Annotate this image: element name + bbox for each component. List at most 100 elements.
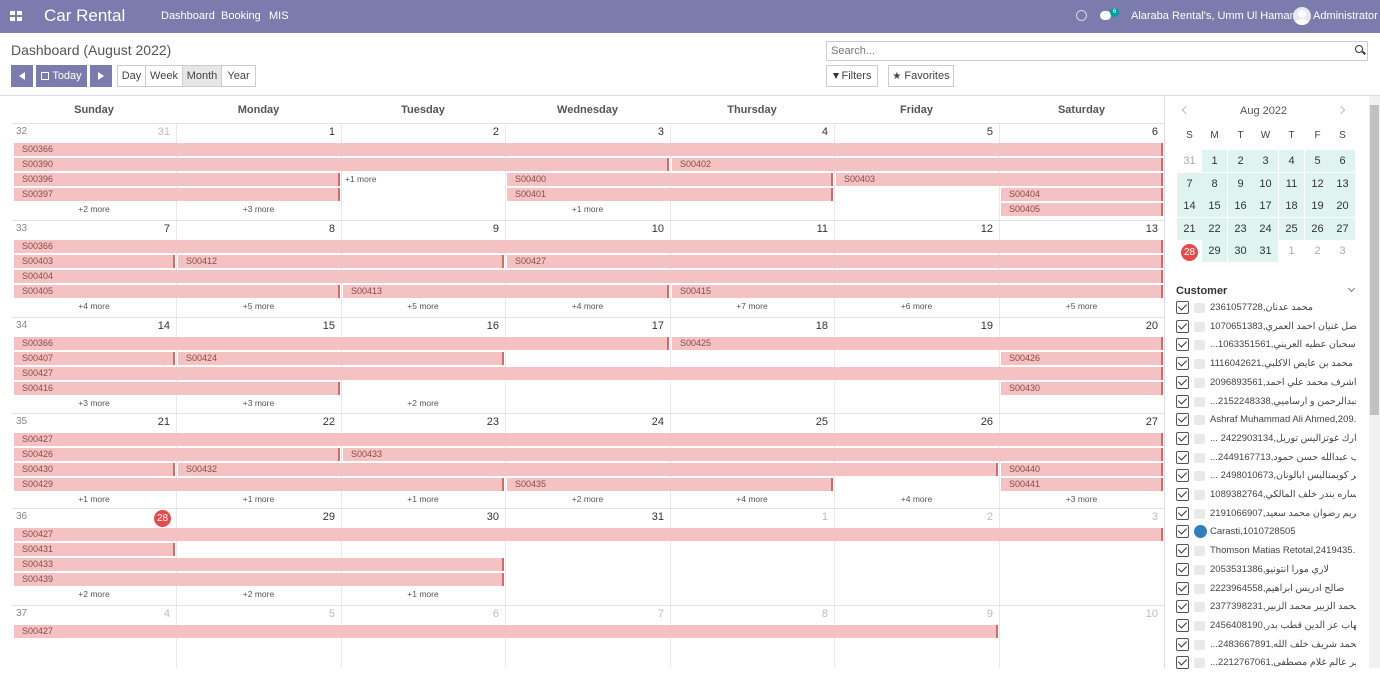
mini-day[interactable]: 1 [1279,240,1304,262]
booking-event[interactable]: S00401 [507,188,833,201]
more-link[interactable]: +1 more [176,494,341,504]
booking-event[interactable]: S00433 [14,558,504,571]
mini-today-marker[interactable]: 28 [1181,244,1198,261]
mini-day[interactable]: 24 [1253,217,1278,240]
booking-event[interactable]: S00407 [14,352,175,365]
day-number[interactable]: 7 [140,223,170,235]
booking-event[interactable]: S00366 [14,337,669,350]
more-link[interactable]: +4 more [505,301,670,311]
checkbox[interactable] [1176,431,1189,445]
mini-day[interactable]: 19 [1305,195,1330,217]
day-number[interactable]: 16 [469,320,499,332]
booking-event[interactable]: S00429 [14,478,504,491]
day-number[interactable]: 5 [963,126,993,138]
customer-row[interactable]: ...يب عبدالله حسن حمود,2449167713 [1176,449,1356,467]
day-number[interactable]: 17 [634,320,664,332]
more-link[interactable]: +6 more [834,301,999,311]
booking-event[interactable]: S00430 [1001,382,1163,395]
booking-event[interactable]: S00396 [14,173,340,186]
day-number[interactable]: 15 [305,320,335,332]
booking-event[interactable]: S00415 [672,285,1163,298]
checkbox[interactable] [1176,338,1189,352]
mini-day[interactable]: 1 [1202,150,1227,172]
checkbox[interactable] [1176,656,1189,670]
day-number[interactable]: 3 [634,126,664,138]
more-link[interactable]: +1 more [12,494,176,504]
activity-clock-icon[interactable] [1076,10,1087,21]
checkbox[interactable] [1176,394,1189,408]
booking-event[interactable]: S00426 [14,448,340,461]
customer-row[interactable]: Carasti,1010728505 [1176,523,1356,541]
mini-day[interactable]: 18 [1279,195,1304,217]
day-number[interactable]: 31 [634,511,664,523]
booking-event[interactable]: S00424 [178,352,504,365]
mini-day[interactable]: 29 [1202,240,1227,262]
day-number[interactable]: 4 [140,608,170,620]
day-number[interactable]: 1 [798,511,828,523]
menu-dashboard[interactable]: Dashboard [161,10,215,22]
checkbox[interactable] [1176,357,1189,371]
booking-event[interactable]: S00440 [1001,463,1163,476]
day-number[interactable]: 26 [963,416,993,428]
customer-row[interactable]: لاري مورا انتونيو,2053531386 [1176,561,1356,579]
customer-row[interactable]: ساره بندر خلف المالكي,1089382764 [1176,486,1356,504]
customer-row[interactable]: ...ب عبدالرحمن و ارساميي,2152248338 [1176,393,1356,411]
more-link[interactable]: +5 more [176,301,341,311]
booking-event[interactable]: S00427 [14,625,998,638]
more-link[interactable]: +1 more [341,589,505,599]
day-number[interactable]: 10 [634,223,664,235]
checkbox[interactable] [1176,413,1189,427]
customer-row[interactable]: محمد بن عايض الاكلبي,1116042621 [1176,355,1356,373]
company-switcher[interactable]: Alaraba Rental's, Umm Ul Hamam [1131,10,1299,22]
customer-row[interactable]: فيصل غنيان احمد العمري,1070651383 [1176,318,1356,336]
more-link[interactable]: +5 more [999,301,1164,311]
user-menu[interactable]: Administrator [1313,10,1378,22]
day-number[interactable]: 2 [963,511,993,523]
app-brand[interactable]: Car Rental [44,6,125,26]
checkbox[interactable] [1176,637,1189,651]
day-number[interactable]: 1 [305,126,335,138]
day-number[interactable]: 9 [963,608,993,620]
booking-event[interactable]: S00397 [14,188,340,201]
more-link[interactable]: +1 more [341,174,505,184]
apps-menu-icon[interactable] [10,11,22,21]
day-number[interactable]: 9 [469,223,499,235]
today-button[interactable]: Today [36,65,87,87]
checkbox[interactable] [1176,319,1189,333]
booking-event[interactable]: S00405 [14,285,340,298]
search-icon[interactable] [1355,45,1363,53]
day-number[interactable]: 24 [634,416,664,428]
day-number[interactable]: 21 [140,416,170,428]
menu-mis[interactable]: MIS [269,10,289,22]
booking-event[interactable]: S00439 [14,573,504,586]
more-link[interactable]: +2 more [341,398,505,408]
day-number[interactable]: 31 [140,126,170,138]
booking-event[interactable]: S00403 [836,173,1163,186]
more-link[interactable]: +2 more [505,494,670,504]
mini-day[interactable]: 31 [1177,150,1202,172]
more-link[interactable]: +3 more [176,398,341,408]
day-number[interactable]: 10 [1128,608,1158,620]
booking-event[interactable]: S00435 [507,478,833,491]
more-link[interactable]: +3 more [176,204,341,214]
view-month-button[interactable]: Month [182,65,222,87]
booking-event[interactable]: S00390 [14,158,669,171]
mini-day[interactable]: 2 [1305,240,1330,262]
mini-day[interactable]: 13 [1330,172,1355,195]
booking-event[interactable]: S00431 [14,543,175,556]
booking-event[interactable]: S00403 [14,255,175,268]
checkbox[interactable] [1176,301,1189,314]
more-link[interactable]: +2 more [12,204,176,214]
filters-button[interactable]: Filters [826,65,878,87]
day-number[interactable]: 6 [469,608,499,620]
mini-day[interactable]: 7 [1177,172,1202,195]
mini-day[interactable]: 30 [1228,240,1253,262]
today-marker[interactable]: 28 [154,510,171,527]
customer-row[interactable]: Thomson Matias Retotal,2419435... [1176,542,1356,560]
booking-event[interactable]: S00427 [14,367,1163,380]
day-number[interactable]: 19 [963,320,993,332]
mini-day[interactable]: 27 [1330,217,1355,240]
booking-event[interactable]: S00427 [507,255,1163,268]
more-link[interactable]: +4 more [12,301,176,311]
more-link[interactable]: +3 more [12,398,176,408]
